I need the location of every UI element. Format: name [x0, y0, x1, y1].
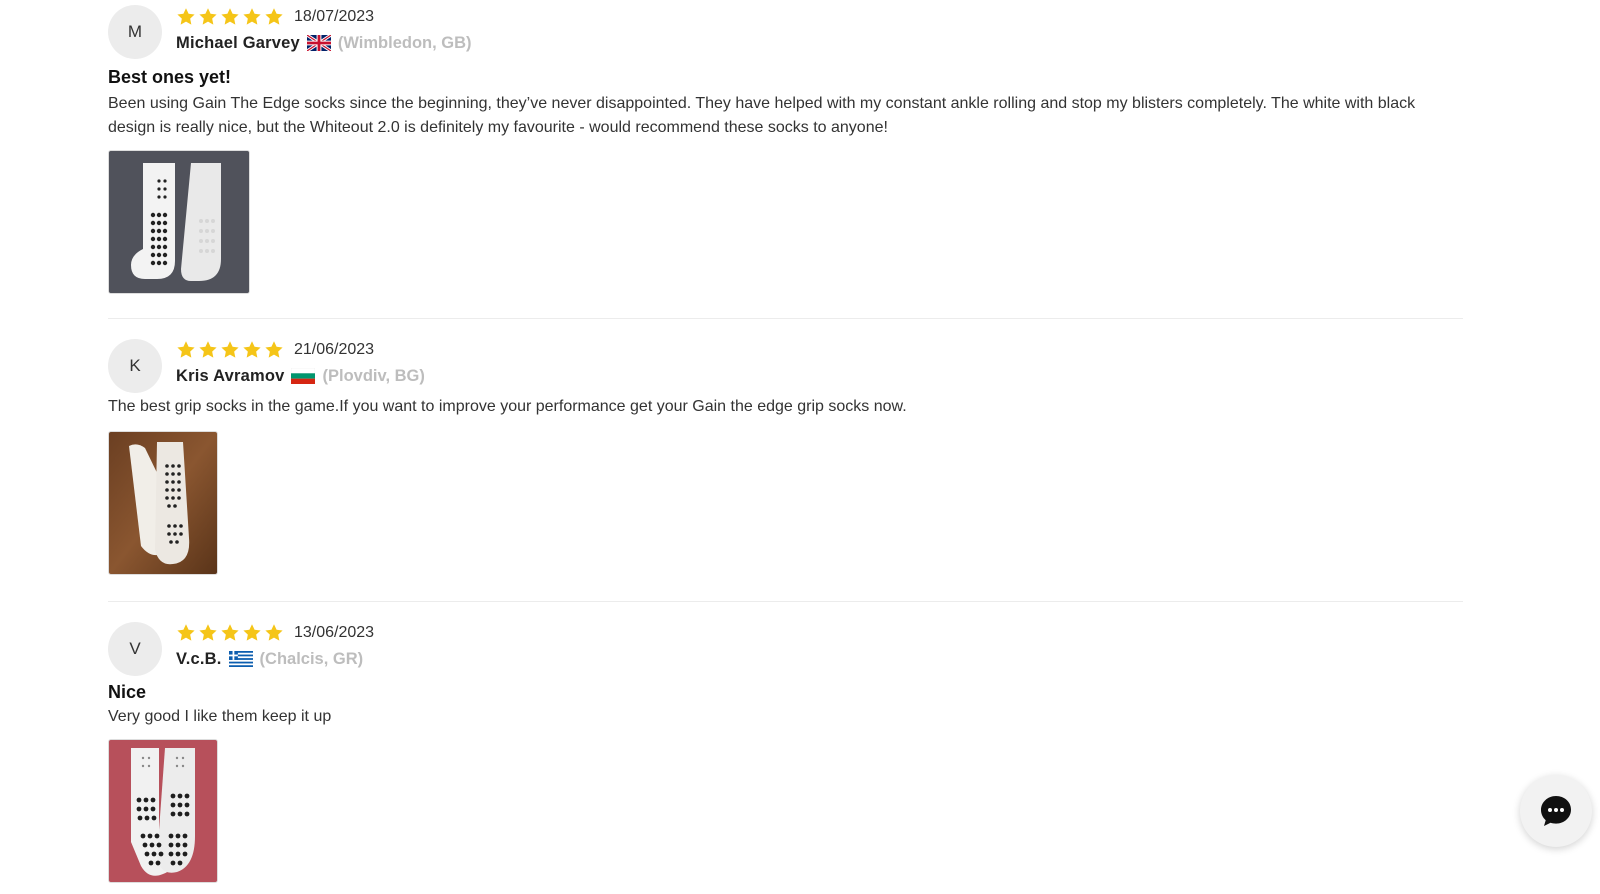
- review-body: Very good I like them keep it up: [108, 708, 332, 725]
- avatar: M: [108, 5, 162, 59]
- rating-row: 13/06/2023: [176, 622, 374, 644]
- gr-flag-icon: [228, 651, 253, 667]
- star-icon: [265, 341, 283, 358]
- review-location: (Chalcis, GR): [259, 649, 364, 668]
- review-location: (Plovdiv, BG): [322, 366, 425, 385]
- review-item: K 21/06/2023 Kris Avramov (Plovdiv, BG) …: [108, 318, 1463, 601]
- star-icon: [221, 341, 239, 358]
- star-icon: [265, 624, 283, 641]
- author-row: V.c.B. (Chalcis, GR): [176, 648, 374, 670]
- review-photo[interactable]: [108, 431, 218, 575]
- review-author: V.c.B.: [176, 649, 222, 668]
- reviews-list: M 18/07/2023 Michael Garvey (Wimbledon, …: [108, 0, 1463, 894]
- star-icon: [221, 8, 239, 25]
- star-icon: [265, 8, 283, 25]
- rating-row: 21/06/2023: [176, 339, 425, 361]
- review-body: Been using Gain The Edge socks since the…: [108, 95, 1416, 136]
- review-item: V 13/06/2023 V.c.B. (Chalcis, GR) Nice V…: [108, 601, 1463, 894]
- review-meta: 13/06/2023 V.c.B. (Chalcis, GR): [176, 622, 374, 670]
- review-date: 18/07/2023: [294, 8, 375, 25]
- review-meta: 18/07/2023 Michael Garvey (Wimbledon, GB…: [176, 6, 472, 54]
- star-icon: [243, 624, 261, 641]
- socks-photo-icon: [109, 740, 217, 882]
- avatar: V: [108, 622, 162, 676]
- bg-flag-icon: [291, 368, 316, 384]
- review-title: Nice: [108, 682, 147, 702]
- review-date: 13/06/2023: [294, 624, 375, 641]
- review-author: Kris Avramov: [176, 366, 285, 385]
- star-icon: [221, 624, 239, 641]
- review-location: (Wimbledon, GB): [337, 33, 472, 52]
- review-item: M 18/07/2023 Michael Garvey (Wimbledon, …: [108, 0, 1463, 318]
- star-icon: [199, 8, 217, 25]
- review-date: 21/06/2023: [294, 341, 375, 358]
- review-meta: 21/06/2023 Kris Avramov (Plovdiv, BG): [176, 339, 425, 387]
- star-icon: [243, 341, 261, 358]
- star-icon: [243, 8, 261, 25]
- star-icon: [177, 8, 195, 25]
- review-body: The best grip socks in the game.If you w…: [108, 398, 907, 415]
- author-row: Michael Garvey (Wimbledon, GB): [176, 32, 472, 54]
- rating-row: 18/07/2023: [176, 6, 472, 28]
- chat-button[interactable]: [1520, 775, 1592, 847]
- star-rating: [176, 7, 284, 27]
- star-icon: [177, 624, 195, 641]
- author-row: Kris Avramov (Plovdiv, BG): [176, 365, 425, 387]
- gb-flag-icon: [306, 35, 331, 51]
- review-photo[interactable]: [108, 150, 250, 294]
- review-photo[interactable]: [108, 739, 218, 883]
- review-title: Best ones yet!: [108, 67, 232, 87]
- avatar: K: [108, 339, 162, 393]
- star-icon: [199, 624, 217, 641]
- review-author: Michael Garvey: [176, 33, 300, 52]
- star-rating: [176, 623, 284, 643]
- star-icon: [199, 341, 217, 358]
- star-icon: [177, 341, 195, 358]
- chat-bubble-icon: [1541, 796, 1571, 826]
- socks-photo-icon: [109, 151, 249, 293]
- star-rating: [176, 340, 284, 360]
- socks-photo-icon: [109, 432, 217, 574]
